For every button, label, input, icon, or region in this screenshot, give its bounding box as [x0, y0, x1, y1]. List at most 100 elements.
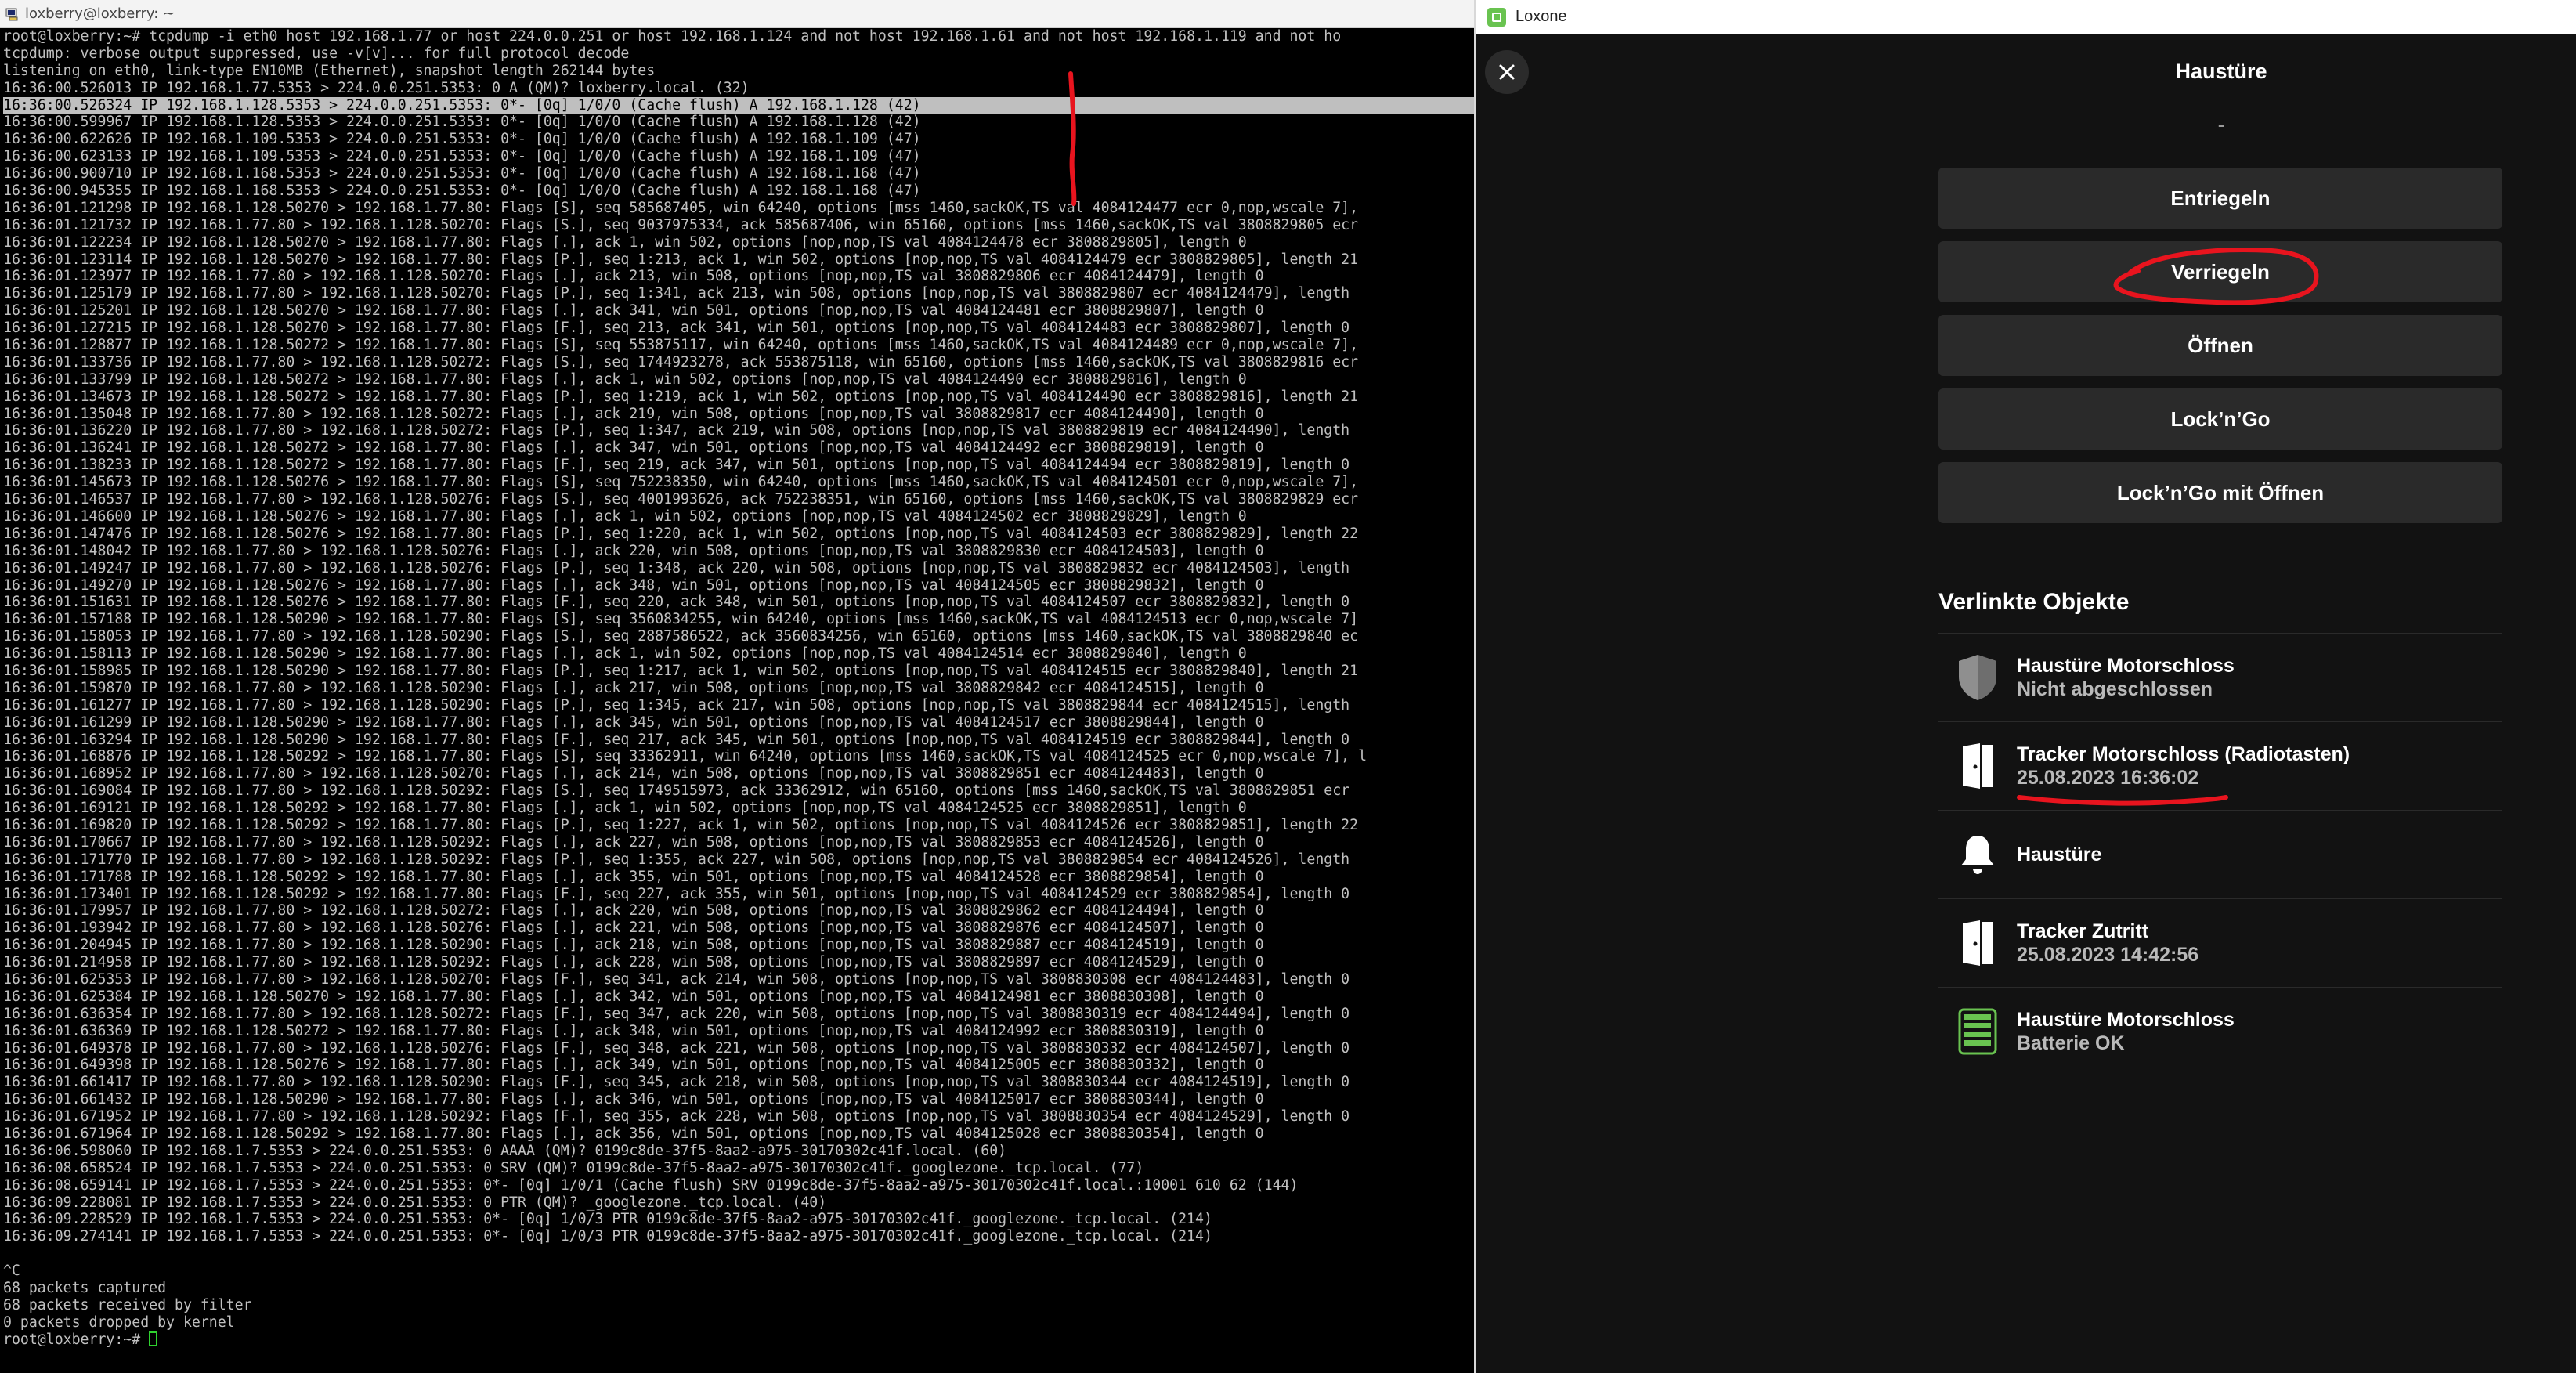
terminal-line: 16:36:01.661417 IP 192.168.1.77.80 > 192… [3, 1074, 1350, 1091]
terminal-line: 16:36:01.169084 IP 192.168.1.77.80 > 192… [3, 782, 1350, 800]
terminal-line: 16:36:01.122234 IP 192.168.1.128.50270 >… [3, 233, 1247, 251]
list-item[interactable]: Haustüre Motorschloss Nicht abgeschlosse… [1938, 633, 2502, 721]
terminal-line: 16:36:01.625384 IP 192.168.1.128.50270 >… [3, 988, 1264, 1005]
terminal-line: 16:36:01.173401 IP 192.168.1.128.50292 >… [3, 885, 1350, 902]
terminal-line: 16:36:01.148042 IP 192.168.1.77.80 > 192… [3, 542, 1264, 559]
list-item[interactable]: Haustüre [1938, 810, 2502, 898]
list-item[interactable]: Tracker Motorschloss (Radiotasten) 25.08… [1938, 721, 2502, 810]
terminal-line: 16:36:01.123977 IP 192.168.1.77.80 > 192… [3, 268, 1264, 285]
linked-objects-list: Haustüre Motorschloss Nicht abgeschlosse… [1938, 633, 2502, 1075]
terminal-line: 16:36:01.214958 IP 192.168.1.77.80 > 192… [3, 954, 1264, 971]
terminal-line: 16:36:01.671964 IP 192.168.1.128.50292 >… [3, 1125, 1264, 1142]
terminal-line: 16:36:01.193942 IP 192.168.1.77.80 > 192… [3, 920, 1264, 937]
page-subtitle: - [2217, 113, 2225, 136]
terminal-line: 68 packets received by filter [3, 1296, 252, 1313]
terminal-line: 16:36:01.157188 IP 192.168.1.128.50290 >… [3, 611, 1359, 628]
terminal-cursor [149, 1331, 158, 1346]
unlock-button[interactable]: Entriegeln [1938, 168, 2502, 229]
terminal-line: 16:36:01.161299 IP 192.168.1.128.50290 >… [3, 714, 1264, 731]
door-icon [1963, 743, 1993, 789]
terminal-prompt-line[interactable]: root@loxberry:~# [3, 1331, 1474, 1349]
terminal-line: 16:36:01.168876 IP 192.168.1.128.50292 >… [3, 748, 1367, 765]
terminal-line: 16:36:08.659141 IP 192.168.1.7.5353 > 22… [3, 1176, 1299, 1194]
terminal-line: 16:36:01.138233 IP 192.168.1.128.50272 >… [3, 457, 1350, 474]
loxone-window-title: Loxone [1516, 8, 1567, 25]
terminal-line: 16:36:01.159870 IP 192.168.1.77.80 > 192… [3, 679, 1264, 696]
terminal-line: 16:36:01.125201 IP 192.168.1.128.50270 >… [3, 302, 1264, 320]
terminal-line: 16:36:09.274141 IP 192.168.1.7.5353 > 22… [3, 1228, 1212, 1245]
terminal-line: 16:36:01.661432 IP 192.168.1.128.50290 >… [3, 1091, 1264, 1108]
list-item[interactable]: Tracker Zutritt 25.08.2023 14:42:56 [1938, 898, 2502, 987]
terminal-prompt: root@loxberry:~# [3, 1331, 150, 1348]
terminal-line: root@loxberry:~# tcpdump -i eth0 host 19… [3, 28, 1342, 45]
terminal-line: 16:36:01.121298 IP 192.168.1.128.50270 >… [3, 199, 1359, 216]
terminal-line: 16:36:01.146600 IP 192.168.1.128.50276 >… [3, 508, 1247, 525]
terminal-line: 16:36:01.149270 IP 192.168.1.128.50276 >… [3, 576, 1264, 594]
action-buttons: Entriegeln Verriegeln Öffnen Lock’n’Go L… [1938, 168, 2502, 536]
linked-object-status: 25.08.2023 16:36:02 [2017, 767, 2199, 789]
linked-object-status: 25.08.2023 14:42:56 [2017, 944, 2199, 966]
loxone-titlebar[interactable]: Loxone [1476, 0, 2576, 34]
terminal-line: 16:36:09.228081 IP 192.168.1.7.5353 > 22… [3, 1194, 827, 1211]
terminal-line: 16:36:01.168952 IP 192.168.1.77.80 > 192… [3, 765, 1264, 782]
terminal-line: 16:36:01.204945 IP 192.168.1.77.80 > 192… [3, 937, 1264, 954]
terminal-line: 16:36:01.127215 IP 192.168.1.128.50270 >… [3, 320, 1350, 337]
terminal-line: 16:36:01.149247 IP 192.168.1.77.80 > 192… [3, 559, 1350, 576]
open-button[interactable]: Öffnen [1938, 315, 2502, 376]
linked-object-status: Nicht abgeschlossen [2017, 678, 2213, 700]
terminal-line: 16:36:01.121732 IP 192.168.1.77.80 > 192… [3, 216, 1359, 233]
terminal-line: 16:36:01.125179 IP 192.168.1.77.80 > 192… [3, 285, 1350, 302]
terminal-line: 16:36:01.134673 IP 192.168.1.128.50272 >… [3, 388, 1359, 405]
terminal-line: 16:36:01.179957 IP 192.168.1.77.80 > 192… [3, 902, 1264, 920]
terminal-line: 16:36:09.228529 IP 192.168.1.7.5353 > 22… [3, 1211, 1212, 1228]
loxone-logo-icon [1487, 7, 1506, 27]
terminal-line: 16:36:00.599967 IP 192.168.1.128.5353 > … [3, 114, 921, 131]
close-button[interactable] [1485, 50, 1529, 94]
terminal-line: 16:36:01.671952 IP 192.168.1.77.80 > 192… [3, 1108, 1350, 1125]
terminal-line: 16:36:01.169820 IP 192.168.1.128.50292 >… [3, 816, 1359, 833]
terminal-window[interactable]: loxberry@loxberry: ~ root@loxberry:~# tc… [0, 0, 1474, 1373]
terminal-line: 16:36:01.158985 IP 192.168.1.128.50290 >… [3, 662, 1359, 679]
terminal-line: 16:36:00.526013 IP 192.168.1.77.5353 > 2… [3, 79, 750, 96]
linked-object-status: Batterie OK [2017, 1032, 2125, 1054]
terminal-line: 16:36:00.945355 IP 192.168.1.168.5353 > … [3, 182, 921, 200]
linked-object-name: Haustüre [2017, 844, 2102, 865]
bell-icon [1961, 836, 1994, 874]
terminal-line: 16:36:08.658524 IP 192.168.1.7.5353 > 22… [3, 1159, 1144, 1176]
terminal-title: loxberry@loxberry: ~ [25, 5, 175, 22]
shield-icon [1959, 655, 1996, 700]
terminal-line: 16:36:01.163294 IP 192.168.1.128.50290 >… [3, 731, 1350, 748]
linked-object-name: Tracker Motorschloss (Radiotasten) [2017, 743, 2350, 765]
terminal-output[interactable]: root@loxberry:~# tcpdump -i eth0 host 19… [3, 28, 1474, 1373]
terminal-line: 68 packets captured [3, 1280, 167, 1297]
terminal-line: 16:36:01.161277 IP 192.168.1.77.80 > 192… [3, 696, 1350, 714]
terminal-line: 16:36:00.526324 IP 192.168.1.128.5353 > … [3, 96, 1474, 114]
terminal-line: 16:36:01.636354 IP 192.168.1.77.80 > 192… [3, 1005, 1350, 1022]
terminal-line: 16:36:00.623133 IP 192.168.1.109.5353 > … [3, 148, 921, 165]
terminal-line: 16:36:01.158053 IP 192.168.1.77.80 > 192… [3, 628, 1359, 645]
terminal-line: 16:36:01.146537 IP 192.168.1.77.80 > 192… [3, 491, 1359, 508]
linked-object-name: Tracker Zutritt [2017, 920, 2149, 942]
terminal-line: 16:36:01.128877 IP 192.168.1.128.50272 >… [3, 337, 1359, 354]
terminal-line: 16:36:00.900710 IP 192.168.1.168.5353 > … [3, 165, 921, 182]
terminal-line: 16:36:01.136220 IP 192.168.1.77.80 > 192… [3, 422, 1350, 439]
door-icon [1963, 920, 1993, 966]
lock-n-go-open-button[interactable]: Lock’n’Go mit Öffnen [1938, 462, 2502, 523]
terminal-line: 16:36:01.636369 IP 192.168.1.128.50272 >… [3, 1022, 1264, 1039]
lock-n-go-button[interactable]: Lock’n’Go [1938, 388, 2502, 450]
battery-icon [1958, 1008, 1997, 1055]
terminal-line: 16:36:01.170667 IP 192.168.1.77.80 > 192… [3, 833, 1264, 851]
terminal-line: 0 packets dropped by kernel [3, 1313, 235, 1331]
lock-button[interactable]: Verriegeln [1938, 241, 2502, 302]
terminal-line: 16:36:01.145673 IP 192.168.1.128.50276 >… [3, 474, 1359, 491]
terminal-line: 16:36:01.133736 IP 192.168.1.77.80 > 192… [3, 353, 1359, 370]
terminal-titlebar[interactable]: loxberry@loxberry: ~ [0, 0, 1474, 28]
terminal-line: 16:36:01.151631 IP 192.168.1.128.50276 >… [3, 594, 1350, 611]
close-icon [1499, 64, 1515, 80]
putty-icon [5, 6, 20, 22]
list-item[interactable]: Haustüre Motorschloss Batterie OK [1938, 987, 2502, 1075]
terminal-line: 16:36:01.169121 IP 192.168.1.128.50292 >… [3, 800, 1247, 817]
terminal-line: 16:36:01.133799 IP 192.168.1.128.50272 >… [3, 370, 1247, 388]
linked-object-name: Haustüre Motorschloss [2017, 655, 2235, 677]
